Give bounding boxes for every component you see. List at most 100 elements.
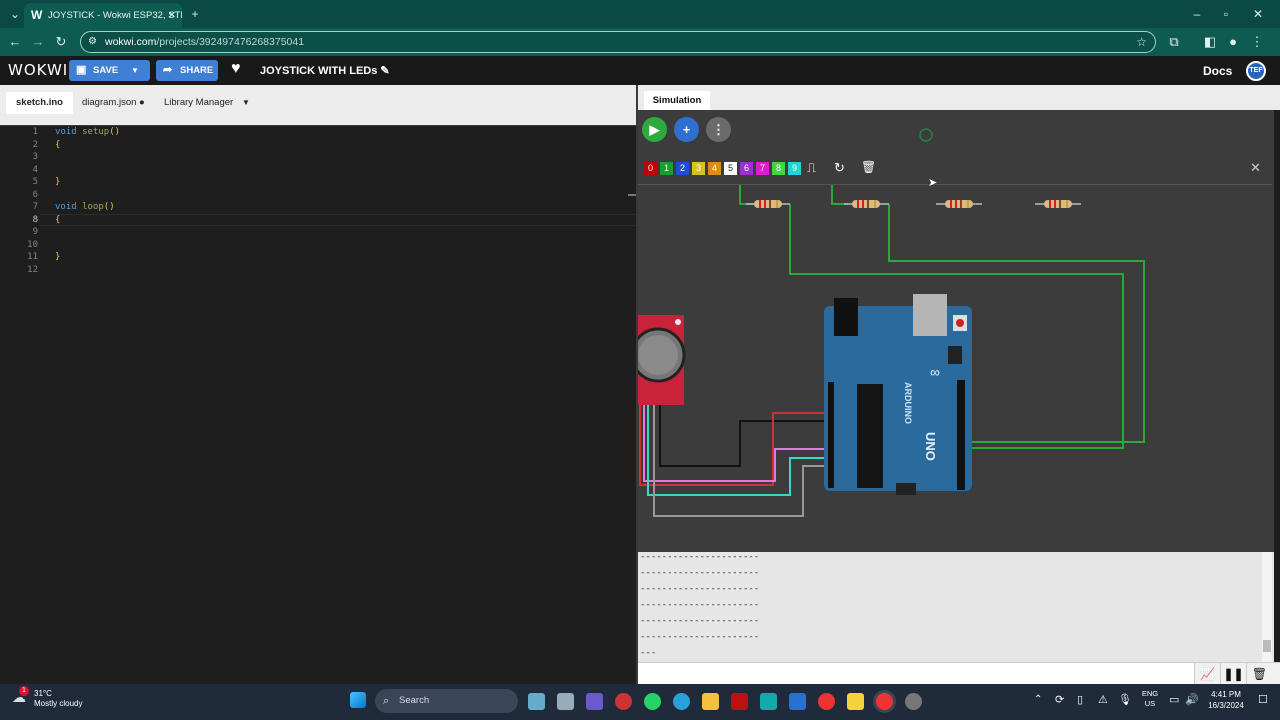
wire-color-2[interactable]: 2: [676, 162, 689, 175]
file-explorer-icon[interactable]: [702, 693, 719, 710]
maximize-icon[interactable]: ▫: [1211, 0, 1241, 28]
wokwi-logo[interactable]: WOKWI: [8, 61, 68, 79]
serial-scroll-thumb[interactable]: [1263, 640, 1271, 652]
close-tab-icon[interactable]: ✕: [168, 3, 176, 28]
address-bar: ← → ↻ ⚙ wokwi.com/projects/3924974762683…: [0, 28, 1280, 56]
recorder-icon[interactable]: [615, 693, 632, 710]
arduino-infinity-logo: ∞: [930, 364, 940, 380]
clear-serial-icon[interactable]: 🗑: [1246, 663, 1272, 685]
wire-color-9[interactable]: 9: [788, 162, 801, 175]
mic-icon[interactable]: 🎙: [1118, 693, 1132, 706]
chrome-icon[interactable]: [818, 693, 835, 710]
taskbar-search[interactable]: ⌕ Search: [375, 689, 518, 713]
tab-sketch-ino[interactable]: sketch.ino: [6, 92, 73, 114]
weather-widget[interactable]: ☁ 1 31°C Mostly cloudy: [12, 686, 82, 709]
avatar[interactable]: TEF: [1246, 61, 1266, 81]
teams-icon[interactable]: [586, 693, 603, 710]
telegram-icon[interactable]: [673, 693, 690, 710]
browser-tab[interactable]: W JOYSTICK - Wokwi ESP32, STM ✕: [24, 3, 182, 28]
wire-color-1[interactable]: 1: [660, 162, 673, 175]
start-windows-icon[interactable]: [350, 692, 366, 708]
side-panel-icon[interactable]: ◧: [1199, 28, 1221, 56]
resistor[interactable]: [936, 200, 982, 208]
plotter-icon[interactable]: 📈: [1194, 663, 1220, 685]
forward-icon[interactable]: →: [27, 28, 49, 56]
more-options-button[interactable]: ⋮: [706, 117, 731, 142]
arduino-ide-icon[interactable]: [760, 693, 777, 710]
extensions-icon[interactable]: ⧉: [1163, 28, 1185, 56]
bookmark-star-icon[interactable]: ☆: [1136, 32, 1147, 52]
app-c-icon[interactable]: [789, 693, 806, 710]
close-palette-icon[interactable]: ✕: [1250, 160, 1261, 176]
wire-color-0[interactable]: 0: [644, 162, 657, 175]
share-button[interactable]: ➦ SHARE: [156, 60, 218, 81]
wire-color-8[interactable]: 8: [772, 162, 785, 175]
resistor[interactable]: [746, 200, 790, 208]
serial-scrollbar[interactable]: [1262, 552, 1272, 662]
rotate-icon[interactable]: ↻: [834, 160, 845, 176]
resistor[interactable]: [844, 200, 889, 208]
site-info-icon[interactable]: ⚙: [88, 32, 97, 52]
serial-line: ----------------------: [640, 568, 760, 578]
battery-icon[interactable]: ▯: [1077, 693, 1083, 706]
task-view-icon[interactable]: [557, 693, 574, 710]
start-simulation-button[interactable]: ▶: [642, 117, 667, 142]
back-icon[interactable]: ←: [4, 28, 26, 56]
notifications-icon[interactable]: ☐: [1258, 693, 1268, 706]
tray-icon[interactable]: ⚠: [1098, 693, 1108, 706]
tab-library-manager[interactable]: Library Manager: [154, 92, 243, 114]
app-icon[interactable]: [731, 693, 748, 710]
joystick-module[interactable]: [638, 315, 686, 405]
battery-status-icon[interactable]: ▭: [1169, 693, 1179, 706]
lang-top: ENG: [1141, 689, 1159, 698]
url-input[interactable]: ⚙ wokwi.com/projects/392497476268375041 …: [80, 31, 1156, 53]
serial-input[interactable]: [638, 663, 1194, 684]
share-label: SHARE: [180, 65, 214, 76]
browser-menu-icon[interactable]: ⋮: [1246, 28, 1268, 56]
share-icon: ➦: [163, 64, 173, 76]
language-indicator[interactable]: ENG US: [1140, 689, 1160, 709]
add-part-button[interactable]: +: [674, 117, 699, 142]
new-tab-icon[interactable]: +: [180, 0, 210, 28]
save-dropdown-icon[interactable]: ▼: [131, 60, 139, 81]
tab-simulation[interactable]: Simulation: [644, 91, 710, 110]
heart-icon[interactable]: ♥: [231, 60, 241, 78]
minimize-icon[interactable]: –: [1182, 0, 1212, 28]
wire-color-7[interactable]: 7: [756, 162, 769, 175]
reload-icon[interactable]: ↻: [50, 28, 72, 56]
wire-color-6[interactable]: 6: [740, 162, 753, 175]
chrome-active-icon[interactable]: [876, 693, 893, 710]
windows-taskbar: ☁ 1 31°C Mostly cloudy ⌕ Search ⌃ ⟳ ▯ ⚠ …: [0, 684, 1280, 720]
edit-pencil-icon[interactable]: ✎: [380, 65, 389, 77]
project-name[interactable]: JOYSTICK WITH LEDs ✎: [260, 64, 390, 77]
code-editor[interactable]: 1 2 3 4 5 6 7 8 9 10 11 12 void setup() …: [0, 126, 636, 684]
sticky-notes-icon[interactable]: [847, 693, 864, 710]
tab-diagram-json[interactable]: diagram.json ●: [72, 92, 155, 114]
wire-color-5[interactable]: 5: [724, 162, 737, 175]
wire-color-3[interactable]: 3: [692, 162, 705, 175]
profile-icon[interactable]: ●: [1222, 28, 1244, 56]
tray-chevron-icon[interactable]: ⌃: [1034, 694, 1042, 705]
widgets-icon[interactable]: [528, 693, 545, 710]
docs-link[interactable]: Docs: [1203, 64, 1232, 78]
flip-icon[interactable]: ⎍: [807, 160, 816, 176]
code-line: {: [55, 215, 61, 225]
wire-color-4[interactable]: 4: [708, 162, 721, 175]
arduino-uno-board[interactable]: [824, 294, 972, 495]
save-button[interactable]: ▣ SAVE ▼: [69, 60, 150, 81]
browser-tab-bar: ⌄ W JOYSTICK - Wokwi ESP32, STM ✕ + – ▫ …: [0, 0, 1280, 28]
line-number: 2: [32, 140, 38, 150]
resistor[interactable]: [1035, 200, 1081, 208]
volume-icon[interactable]: 🔊: [1185, 693, 1199, 706]
tray-icon[interactable]: ⟳: [1055, 693, 1064, 706]
tab-diagram-json-label: diagram.json: [82, 97, 137, 108]
close-window-icon[interactable]: ✕: [1243, 0, 1273, 28]
pause-icon[interactable]: ❚❚: [1220, 663, 1246, 685]
line-number: 4: [32, 165, 38, 175]
clock[interactable]: 4:41 PM 16/3/2024: [1205, 689, 1247, 711]
app-icon[interactable]: [905, 693, 922, 710]
whatsapp-icon[interactable]: [644, 693, 661, 710]
tabs-dropdown-icon[interactable]: ▼: [232, 92, 260, 114]
delete-icon[interactable]: 🗑: [861, 160, 876, 174]
serial-monitor[interactable]: ---------------------- -----------------…: [638, 552, 1274, 662]
